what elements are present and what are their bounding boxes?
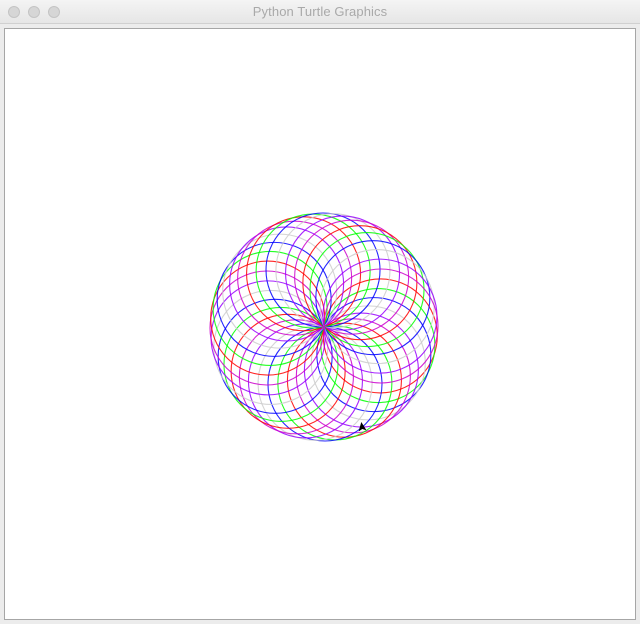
turtle-canvas[interactable] — [4, 28, 636, 620]
spirograph-rings — [209, 212, 439, 442]
title-bar[interactable]: Python Turtle Graphics — [0, 0, 640, 24]
spirograph-drawing — [209, 212, 439, 442]
turtle-window: Python Turtle Graphics — [0, 0, 640, 624]
window-title: Python Turtle Graphics — [252, 4, 388, 19]
